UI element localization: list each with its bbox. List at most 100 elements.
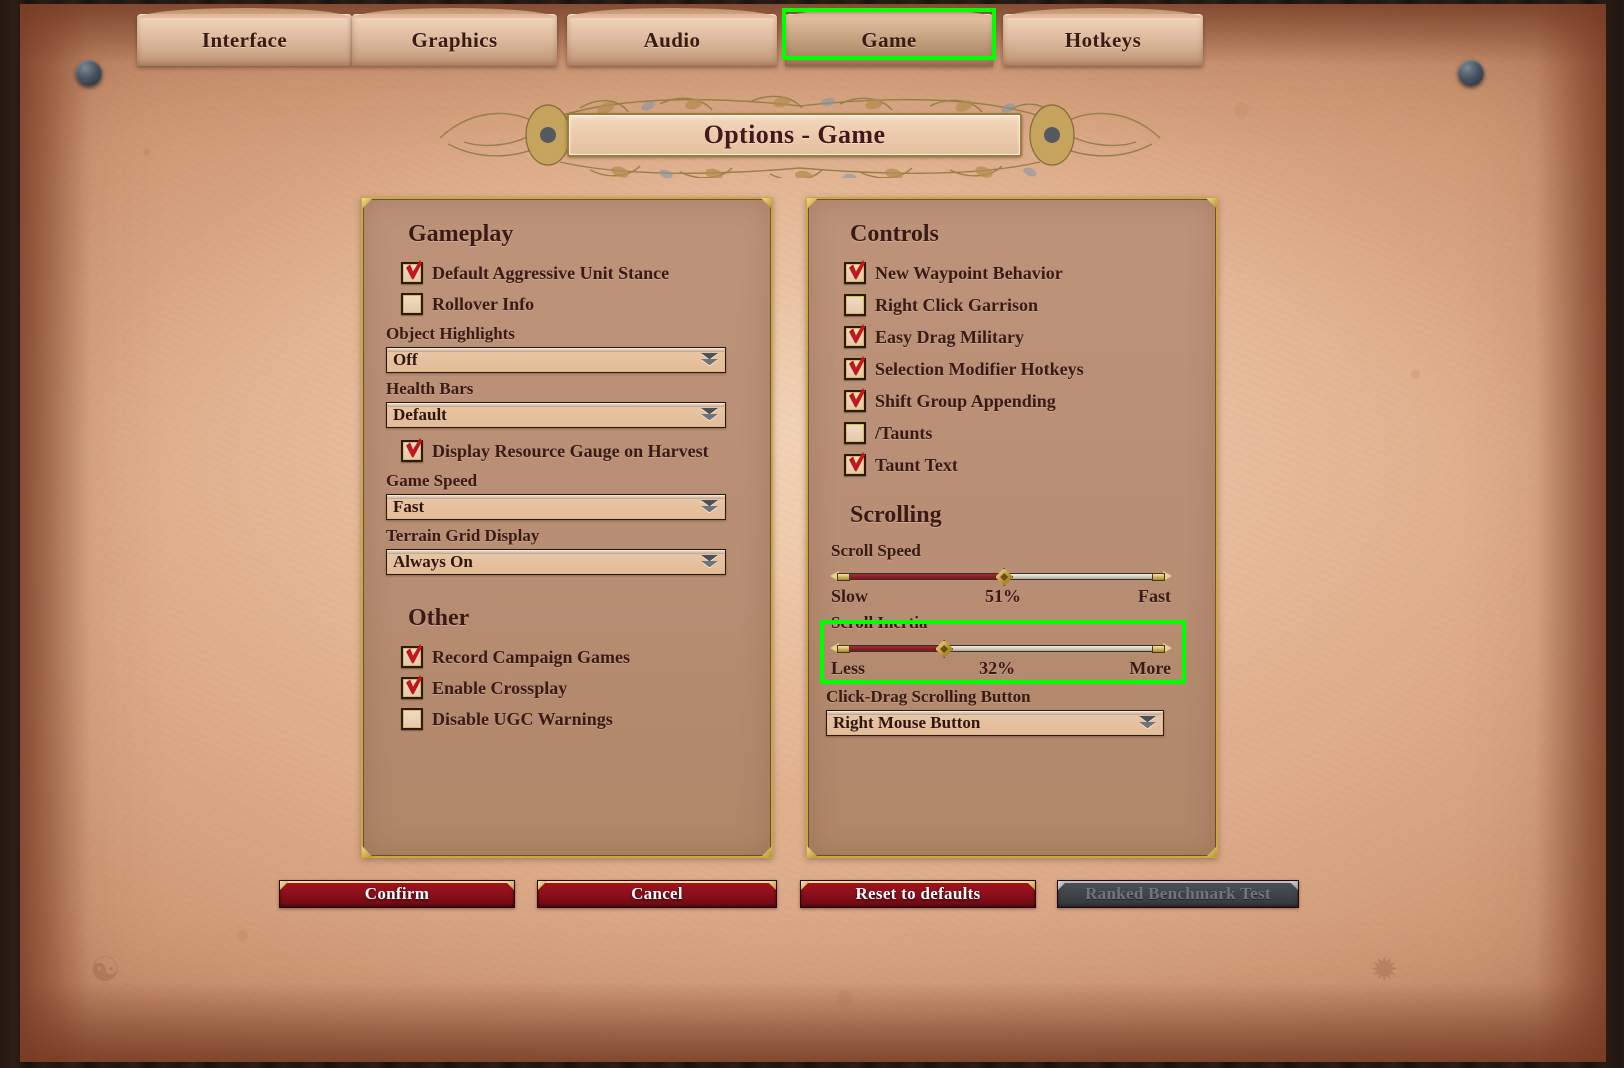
chevron-down-icon (701, 555, 718, 569)
checkbox-label: Enable Crossplay (432, 677, 568, 698)
checkbox-icon[interactable] (844, 262, 866, 284)
checkbox-selection-modifier-hotkeys[interactable]: Selection Modifier Hotkeys (844, 358, 1198, 380)
checkbox-icon[interactable] (401, 677, 423, 699)
checkbox-taunts[interactable]: /Taunts (844, 422, 1198, 444)
tab-audio-label: Audio (643, 27, 701, 52)
options-game-screen: ☯ ✹ Interface Graphics Audio Game Hotkey… (0, 0, 1624, 1068)
scroll-inertia-min-label: Less (831, 658, 866, 678)
slider-right-arrow-icon[interactable] (1152, 640, 1173, 656)
gameplay-panel: Gameplay Default Aggressive Unit Stance … (361, 197, 773, 858)
chevron-down-icon (701, 500, 718, 514)
checkbox-icon[interactable] (844, 422, 866, 444)
checkbox-easy-drag-military[interactable]: Easy Drag Military (844, 326, 1198, 348)
scroll-speed-min-label: Slow (831, 586, 869, 606)
checkbox-icon[interactable] (401, 708, 423, 730)
scroll-speed-legend: Slow 51% Fast (831, 586, 1171, 607)
slider-scroll-speed[interactable] (829, 567, 1173, 586)
checkbox-taunt-text[interactable]: Taunt Text (844, 454, 1198, 476)
slider-handle[interactable] (935, 640, 954, 658)
gameplay-heading: Gameplay (408, 221, 514, 247)
slider-fill (844, 574, 1005, 579)
checkbox-icon[interactable] (844, 326, 866, 348)
checkbox-label: Record Campaign Games (432, 646, 630, 667)
slider-right-arrow-icon[interactable] (1152, 568, 1173, 584)
controls-heading: Controls (850, 221, 939, 247)
game-speed-label: Game Speed (386, 471, 478, 490)
dropdown-terrain-grid-display[interactable]: Always On (386, 549, 726, 575)
scroll-inertia-value: 32% (979, 658, 1016, 678)
scroll-speed-setting: Scroll Speed Slow 51% Fast (829, 541, 1198, 607)
scroll-speed-value: 51% (985, 586, 1021, 606)
checkbox-icon[interactable] (844, 294, 866, 316)
dropdown-value: Default (393, 405, 447, 424)
confirm-button[interactable]: Confirm (279, 880, 515, 908)
checkbox-icon[interactable] (401, 262, 423, 284)
dropdown-value: Off (393, 350, 418, 369)
checkbox-icon[interactable] (844, 358, 866, 380)
reset-button-label: Reset to defaults (855, 884, 981, 903)
checkbox-icon[interactable] (844, 390, 866, 412)
checkbox-icon[interactable] (844, 454, 866, 476)
tab-graphics[interactable]: Graphics (352, 8, 557, 66)
checkbox-shift-group-appending[interactable]: Shift Group Appending (844, 390, 1198, 412)
tab-interface[interactable]: Interface (137, 8, 352, 66)
slider-handle[interactable] (995, 568, 1014, 586)
slider-fill (844, 646, 945, 651)
title-plate: Options - Game (567, 113, 1022, 157)
scroll-speed-label: Scroll Speed (831, 541, 921, 560)
checkbox-label: New Waypoint Behavior (875, 262, 1063, 283)
tab-hotkeys[interactable]: Hotkeys (1003, 8, 1203, 66)
checkbox-record-campaign-games[interactable]: Record Campaign Games (401, 646, 753, 668)
checkbox-icon[interactable] (401, 440, 423, 462)
scroll-inertia-max-label: More (1129, 658, 1171, 678)
page-title: Options - Game (703, 120, 886, 149)
tab-audio[interactable]: Audio (567, 8, 777, 66)
checkbox-label: Disable UGC Warnings (432, 708, 613, 729)
checkbox-icon[interactable] (401, 646, 423, 668)
checkbox-new-waypoint-behavior[interactable]: New Waypoint Behavior (844, 262, 1198, 284)
dropdown-health-bars[interactable]: Default (386, 402, 726, 428)
scroll-inertia-setting: Scroll Inertia Less 32% More (829, 613, 1198, 679)
checkbox-default-aggressive-unit-stance[interactable]: Default Aggressive Unit Stance (401, 262, 753, 284)
click-drag-scrolling-button-label: Click-Drag Scrolling Button (826, 687, 1031, 706)
dropdown-object-highlights[interactable]: Off (386, 347, 726, 373)
object-highlights-label: Object Highlights (386, 324, 515, 343)
checkbox-right-click-garrison[interactable]: Right Click Garrison (844, 294, 1198, 316)
checkbox-enable-crossplay[interactable]: Enable Crossplay (401, 677, 753, 699)
checkbox-label: Selection Modifier Hotkeys (875, 358, 1084, 379)
checkbox-label: Easy Drag Military (875, 326, 1024, 347)
checkbox-label: Rollover Info (432, 293, 535, 314)
slider-track[interactable] (843, 645, 1159, 652)
scroll-inertia-legend: Less 32% More (831, 658, 1171, 679)
dropdown-value: Fast (393, 497, 425, 516)
title-banner: Options - Game (430, 92, 1170, 178)
tab-bar: Interface Graphics Audio Game Hotkeys (0, 0, 1624, 66)
cancel-button-label: Cancel (631, 884, 683, 903)
dropdown-game-speed[interactable]: Fast (386, 494, 726, 520)
slider-scroll-inertia[interactable] (829, 639, 1173, 658)
tab-game[interactable]: Game (785, 8, 993, 66)
dropdown-click-drag-scrolling-button[interactable]: Right Mouse Button (826, 710, 1164, 736)
scrolling-heading: Scrolling (850, 502, 942, 528)
checkbox-label: Default Aggressive Unit Stance (432, 262, 670, 283)
tab-game-label: Game (861, 27, 917, 52)
checkbox-display-resource-gauge-on-harvest[interactable]: Display Resource Gauge on Harvest (401, 440, 753, 462)
scroll-inertia-label: Scroll Inertia (831, 613, 928, 632)
slider-left-arrow-icon[interactable] (829, 568, 850, 584)
tab-hotkeys-label: Hotkeys (1064, 27, 1142, 52)
tab-graphics-label: Graphics (411, 27, 498, 52)
checkbox-label: Display Resource Gauge on Harvest (432, 440, 709, 461)
checkbox-label: Taunt Text (875, 454, 958, 475)
checkbox-rollover-info[interactable]: Rollover Info (401, 293, 753, 315)
cancel-button[interactable]: Cancel (537, 880, 777, 908)
ranked-benchmark-test-button: Ranked Benchmark Test (1057, 880, 1299, 908)
slider-left-arrow-icon[interactable] (829, 640, 850, 656)
reset-to-defaults-button[interactable]: Reset to defaults (800, 880, 1036, 908)
checkbox-label: Shift Group Appending (875, 390, 1056, 411)
chevron-down-icon (701, 408, 718, 422)
checkbox-icon[interactable] (401, 293, 423, 315)
chevron-down-icon (701, 353, 718, 367)
checkbox-disable-ugc-warnings[interactable]: Disable UGC Warnings (401, 708, 753, 730)
controls-panel: Controls New Waypoint Behavior Right Cli… (806, 197, 1218, 858)
dropdown-value: Always On (393, 552, 473, 571)
